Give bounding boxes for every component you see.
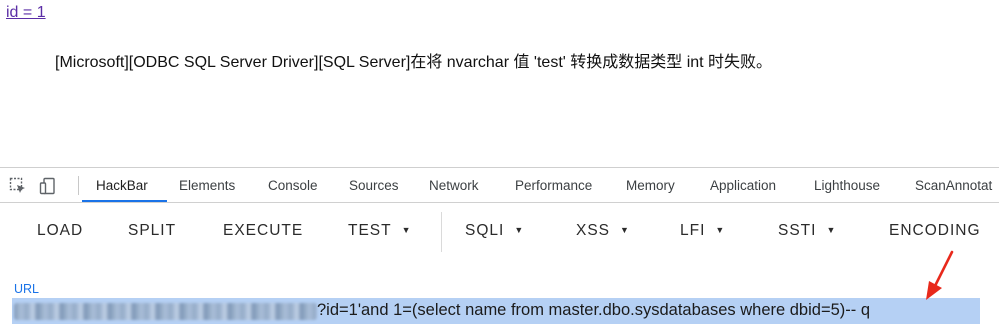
inspect-element-icon[interactable] <box>9 177 27 195</box>
url-section: URL ?id=1'and 1=(select name from master… <box>0 260 999 333</box>
tab-memory[interactable]: Memory <box>626 178 675 193</box>
test-menu-button[interactable]: TEST ▼ <box>348 222 412 240</box>
execute-button[interactable]: EXECUTE <box>223 222 303 240</box>
tab-scanannotat[interactable]: ScanAnnotat <box>915 178 992 193</box>
load-button[interactable]: LOAD <box>37 222 83 240</box>
dropdown-arrow-icon: ▼ <box>715 225 726 235</box>
tab-application[interactable]: Application <box>710 178 776 193</box>
dropdown-arrow-icon: ▼ <box>826 225 837 235</box>
url-label: URL <box>14 282 40 296</box>
devtools-panel: HackBar Elements Console Sources Network… <box>0 167 999 333</box>
devtools-tab-bar: HackBar Elements Console Sources Network… <box>0 168 999 203</box>
sqli-menu-button[interactable]: SQLI ▼ <box>465 222 524 240</box>
tab-elements[interactable]: Elements <box>179 178 235 193</box>
device-toolbar-icon[interactable] <box>39 177 57 195</box>
dropdown-arrow-icon: ▼ <box>514 225 525 235</box>
xss-menu-button[interactable]: XSS ▼ <box>576 222 630 240</box>
sql-error-message: [Microsoft][ODBC SQL Server Driver][SQL … <box>55 54 773 71</box>
tab-console[interactable]: Console <box>268 178 318 193</box>
tab-network[interactable]: Network <box>429 178 479 193</box>
split-button[interactable]: SPLIT <box>128 222 176 240</box>
active-tab-indicator <box>82 200 167 202</box>
red-arrow-annotation <box>926 250 954 300</box>
url-input[interactable]: ?id=1'and 1=(select name from master.dbo… <box>12 298 999 326</box>
dropdown-arrow-icon: ▼ <box>620 225 630 235</box>
tab-performance[interactable]: Performance <box>515 178 592 193</box>
hackbar-toolbar: LOAD SPLIT EXECUTE TEST ▼ SQLI ▼ XSS ▼ LFI ▼… <box>0 204 999 260</box>
toolbar-divider <box>441 212 442 252</box>
tab-hackbar[interactable]: HackBar <box>96 178 148 193</box>
encoding-menu-button[interactable]: ENCODING <box>889 222 981 240</box>
lfi-menu-button[interactable]: LFI ▼ <box>680 222 725 240</box>
toolbar-divider <box>78 176 79 195</box>
redacted-host <box>14 303 317 320</box>
ssti-menu-button[interactable]: SSTI ▼ <box>778 222 836 240</box>
dropdown-arrow-icon: ▼ <box>401 225 412 235</box>
tab-lighthouse[interactable]: Lighthouse <box>814 178 880 193</box>
id-link[interactable]: id = 1 <box>6 4 46 22</box>
tab-sources[interactable]: Sources <box>349 178 399 193</box>
url-value: ?id=1'and 1=(select name from master.dbo… <box>317 301 870 319</box>
